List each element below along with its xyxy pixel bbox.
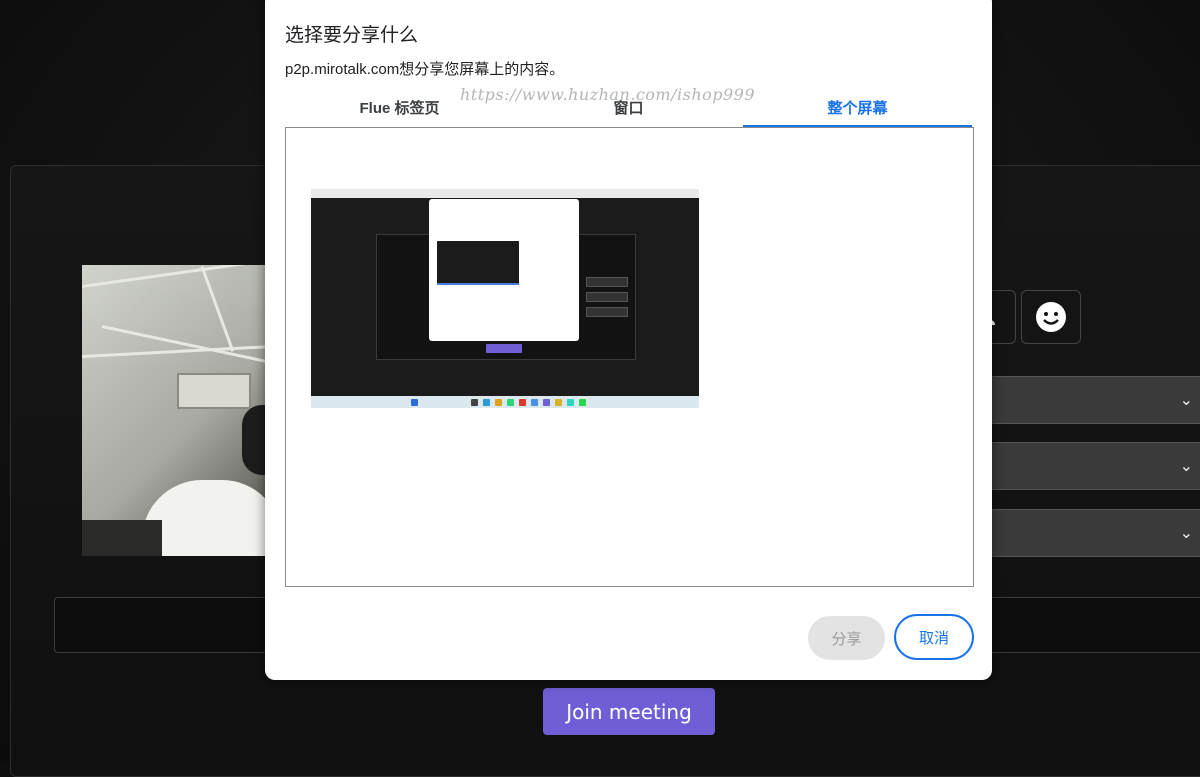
- video-source-select[interactable]: ⌄: [990, 376, 1200, 424]
- chevron-down-icon: ⌄: [1179, 392, 1193, 409]
- dialog-subtitle: p2p.mirotalk.com想分享您屏幕上的内容。: [285, 61, 565, 78]
- watermark: https://www.huzhan.com/ishop999: [460, 85, 756, 104]
- smile-icon: [1036, 302, 1066, 332]
- emoji-button[interactable]: [1021, 290, 1081, 344]
- share-picker-dialog: 选择要分享什么 p2p.mirotalk.com想分享您屏幕上的内容。 Flue…: [265, 0, 992, 680]
- dialog-title: 选择要分享什么: [285, 25, 419, 46]
- join-meeting-button[interactable]: Join meeting: [543, 688, 715, 735]
- screen-thumbnail[interactable]: [311, 189, 699, 408]
- chevron-down-icon: ⌄: [1179, 458, 1193, 475]
- audio-input-select[interactable]: ⌄: [990, 442, 1200, 490]
- share-button[interactable]: 分享: [808, 616, 885, 660]
- audio-output-select[interactable]: ⌄: [990, 509, 1200, 557]
- screen-list: [285, 127, 974, 587]
- cancel-button[interactable]: 取消: [894, 614, 974, 660]
- chevron-down-icon: ⌄: [1179, 525, 1193, 542]
- tab-entire-screen[interactable]: 整个屏幕: [743, 92, 972, 128]
- camera-preview: [82, 265, 282, 556]
